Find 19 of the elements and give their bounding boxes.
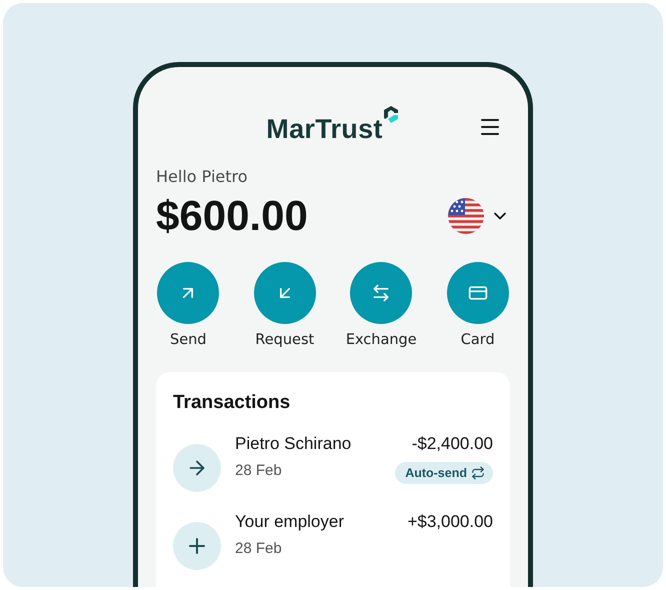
balance-amount: $600.00 xyxy=(156,192,308,240)
flag-icon xyxy=(448,198,484,234)
swap-arrows-icon xyxy=(371,283,392,303)
logo: MarTrust xyxy=(266,114,383,145)
action-label: Request xyxy=(255,332,314,348)
tag-text: Auto-send xyxy=(405,466,467,480)
transaction-amount: -$2,400.00 xyxy=(412,434,493,454)
logo-icon xyxy=(382,105,400,125)
transaction-date: 28 Feb xyxy=(235,540,283,557)
transaction-amount: +$3,000.00 xyxy=(407,512,493,532)
action-label: Send xyxy=(170,332,207,348)
action-label: Exchange xyxy=(346,332,417,348)
transaction-date: 28 Feb xyxy=(235,462,283,479)
transaction-name: Your employer xyxy=(235,512,345,532)
card-title: Transactions xyxy=(173,392,292,414)
action-label: Card xyxy=(460,332,495,348)
repeat-icon xyxy=(471,466,485,480)
greeting: Hello Pietro xyxy=(156,167,249,186)
transaction-name: Pietro Schirano xyxy=(235,434,352,454)
